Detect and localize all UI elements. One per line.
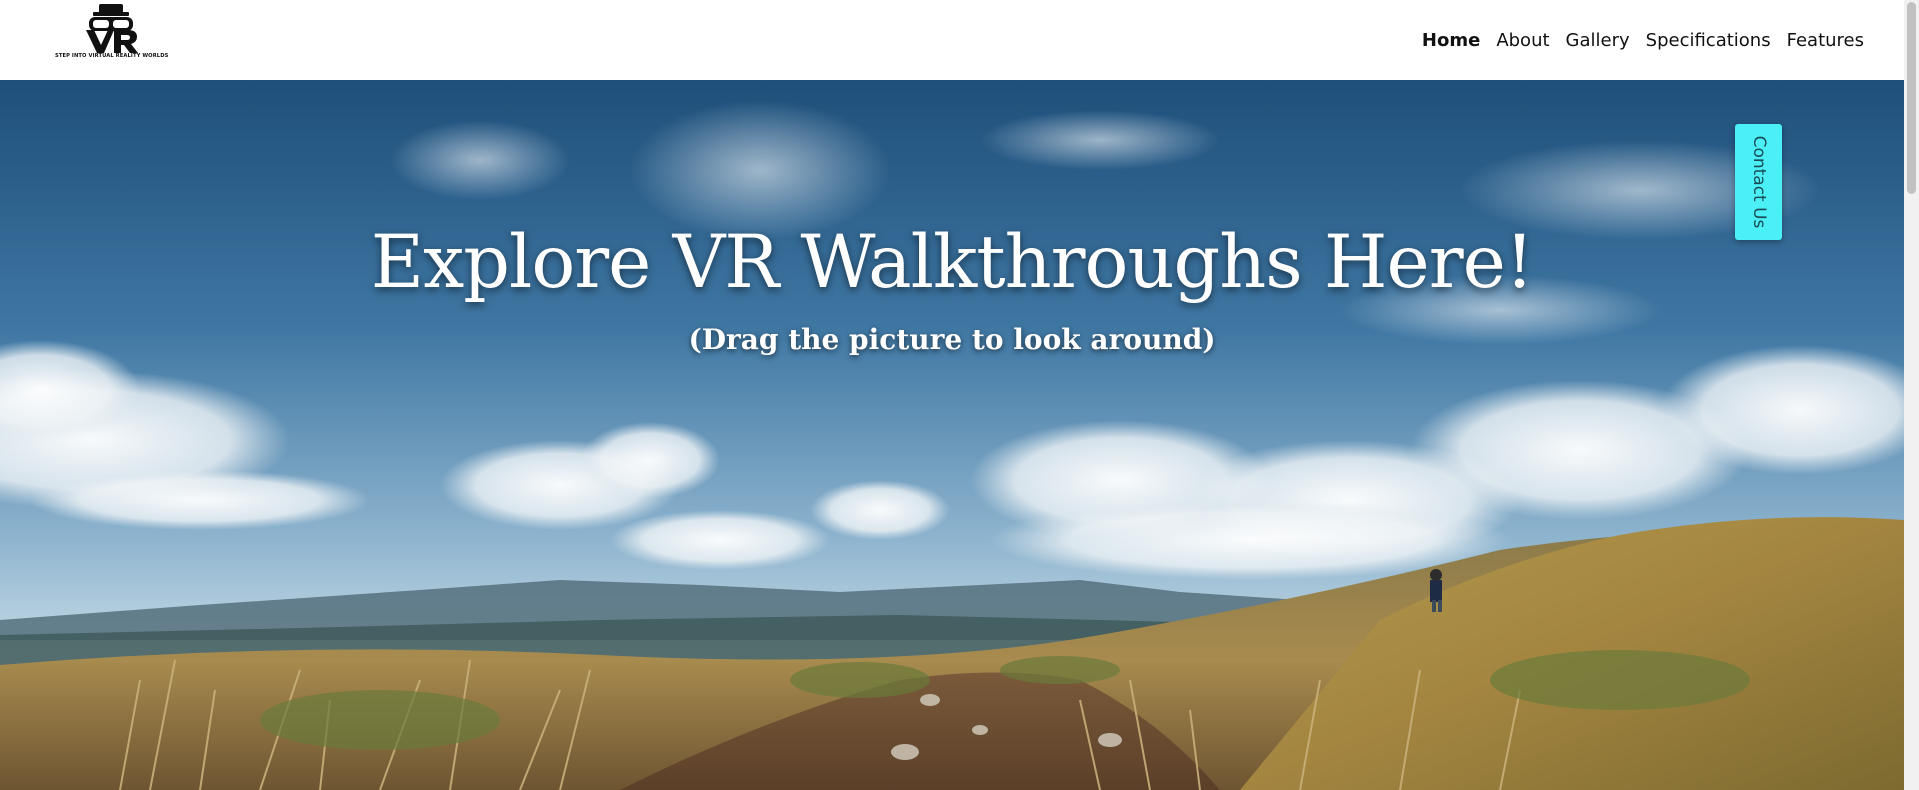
site-header: STEP INTO VIRTUAL REALITY WORLDS Home Ab…: [0, 0, 1904, 80]
contact-us-label: Contact Us: [1748, 135, 1769, 229]
scrollbar-thumb[interactable]: [1907, 2, 1916, 194]
nav-specifications[interactable]: Specifications: [1646, 26, 1771, 56]
main-nav: Home About Gallery Specifications Featur…: [1422, 26, 1864, 56]
contact-us-tab[interactable]: Contact Us: [1735, 124, 1782, 240]
nav-features[interactable]: Features: [1787, 26, 1864, 56]
nav-gallery[interactable]: Gallery: [1566, 26, 1630, 56]
page-scrollbar[interactable]: [1904, 0, 1919, 790]
vr-headset-icon: [86, 4, 138, 53]
hero-subtitle: (Drag the picture to look around): [688, 323, 1216, 356]
logo-tagline: STEP INTO VIRTUAL REALITY WORLDS: [55, 53, 169, 59]
nav-home[interactable]: Home: [1422, 26, 1480, 56]
vr-panorama-viewer[interactable]: Explore VR Walkthroughs Here! (Drag the …: [0, 80, 1904, 790]
hero-title: Explore VR Walkthroughs Here!: [370, 220, 1534, 305]
page: STEP INTO VIRTUAL REALITY WORLDS Home Ab…: [0, 0, 1919, 790]
nav-about[interactable]: About: [1496, 26, 1549, 56]
panorama-image[interactable]: [0, 80, 1904, 790]
vr-logo[interactable]: STEP INTO VIRTUAL REALITY WORLDS: [55, 4, 169, 64]
